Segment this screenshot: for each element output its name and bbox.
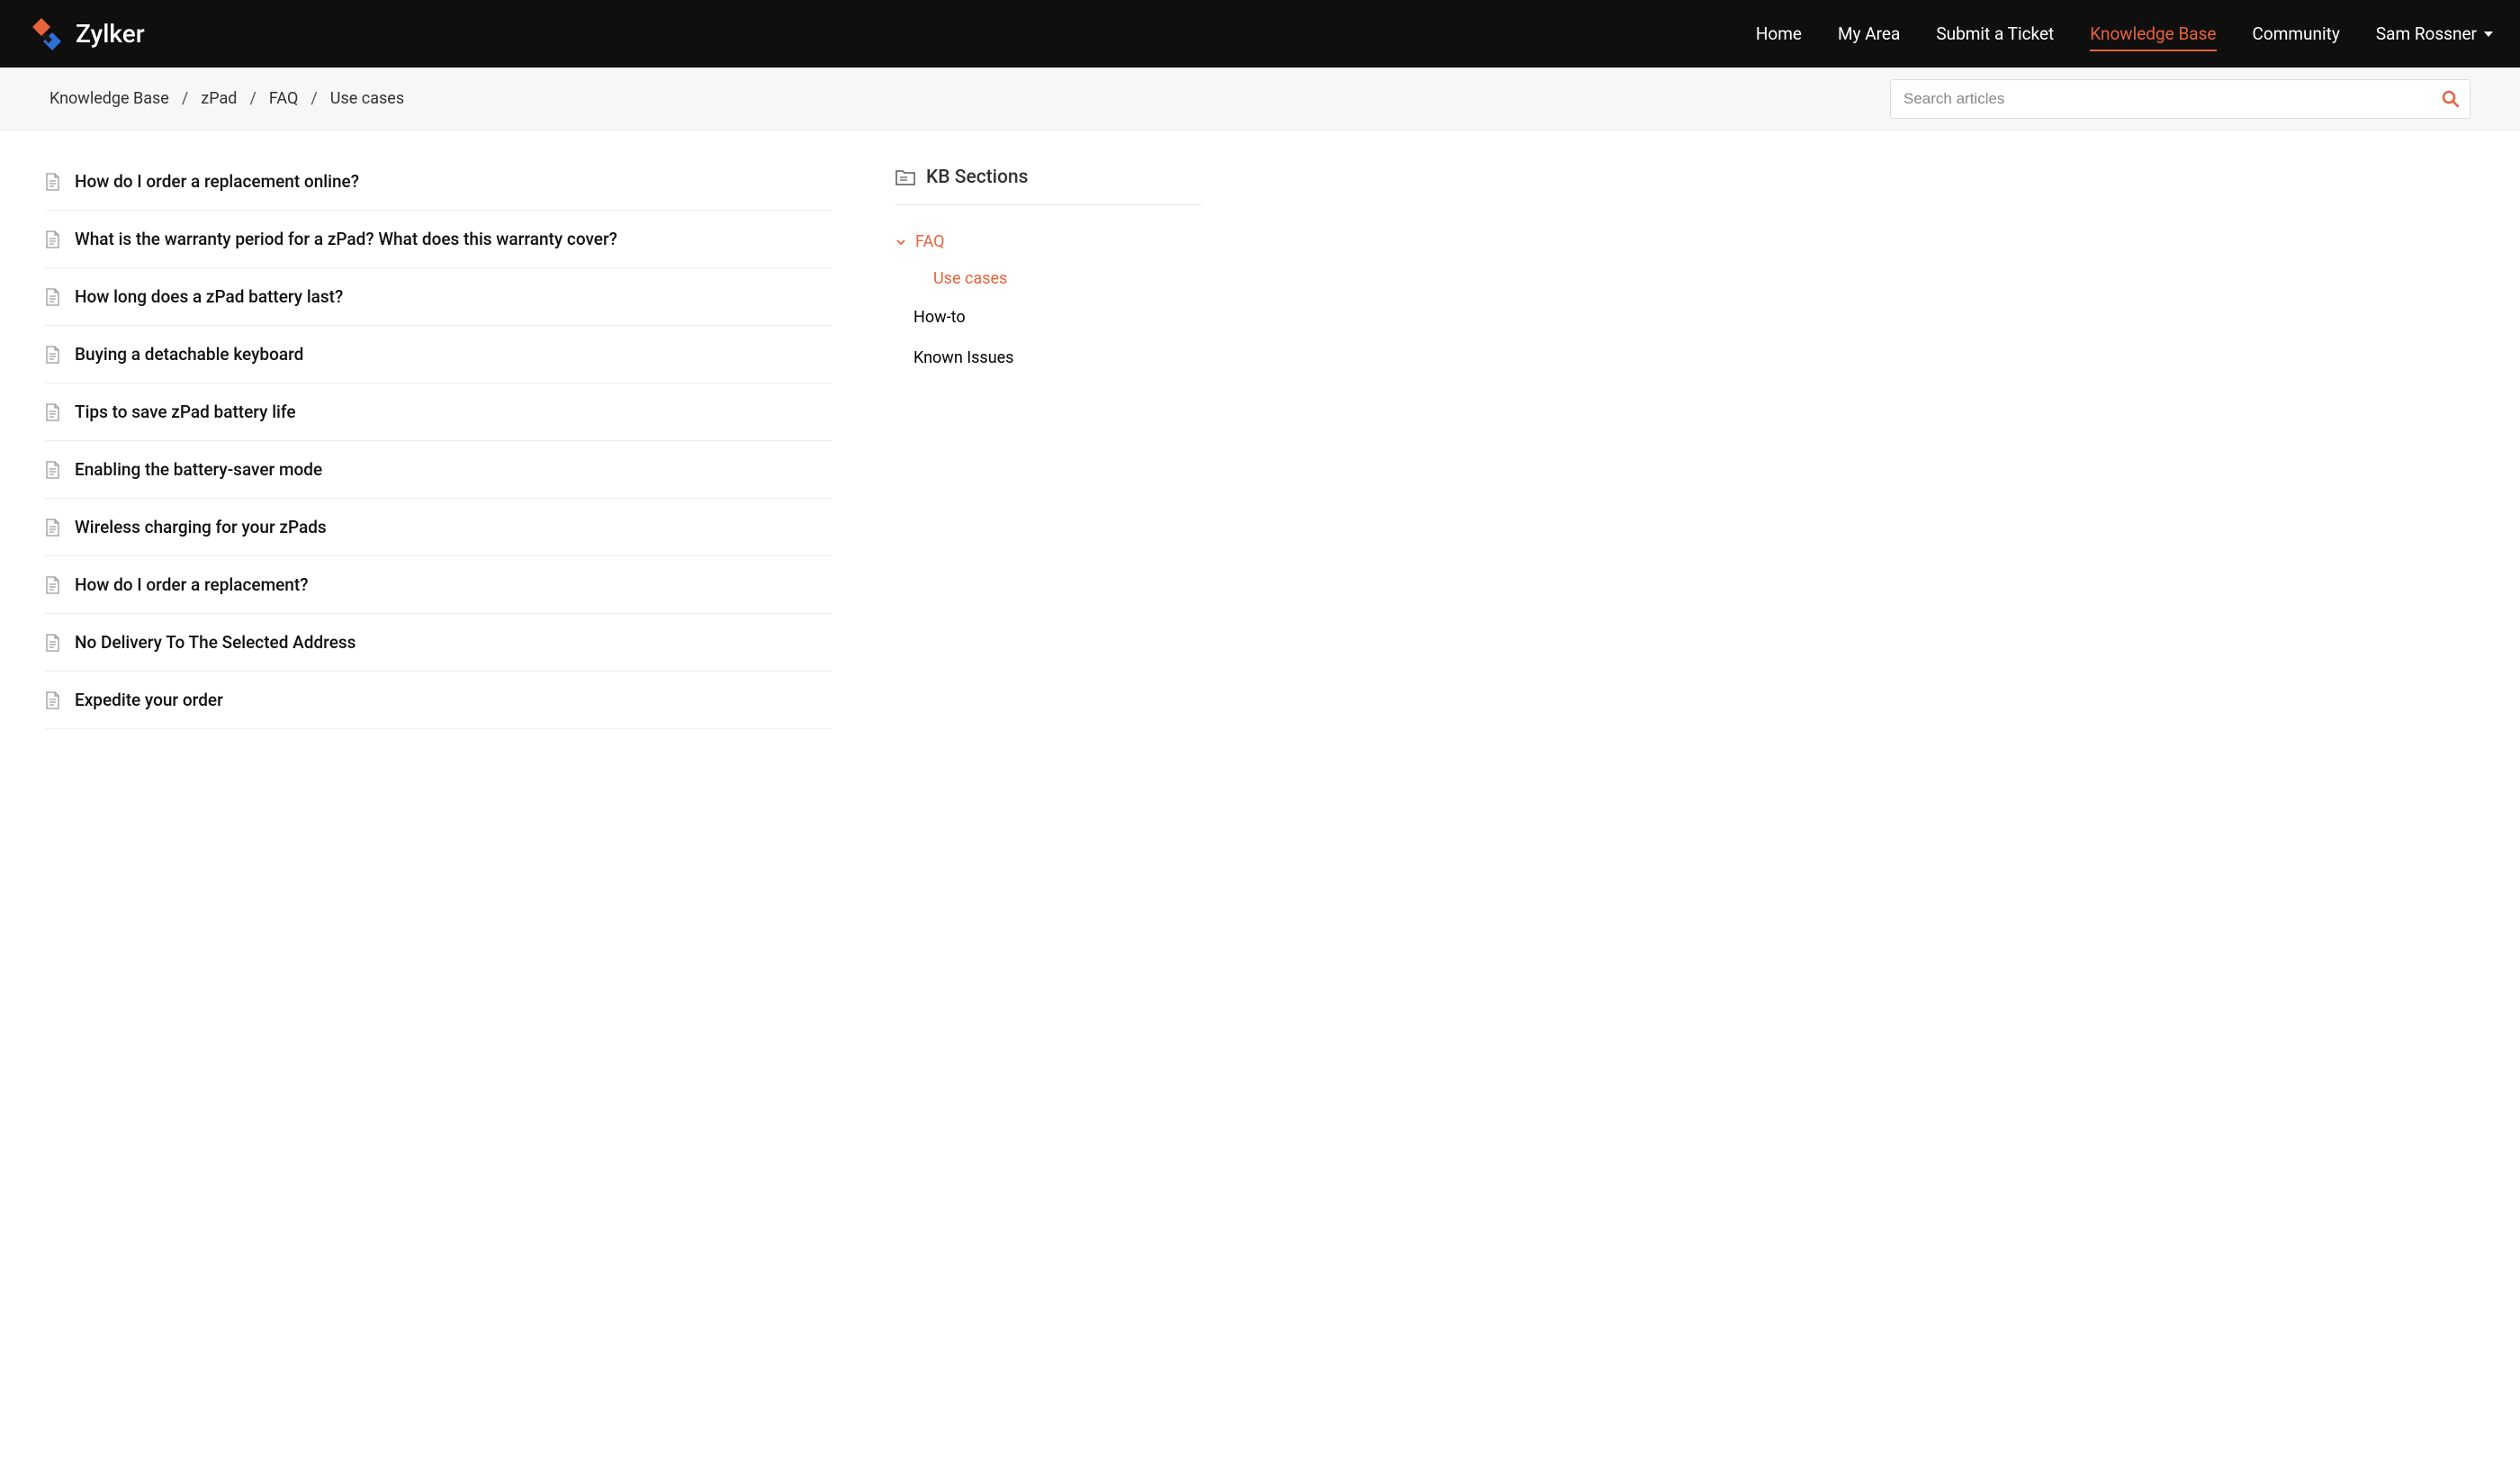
document-icon	[45, 461, 60, 479]
article-item[interactable]: No Delivery To The Selected Address	[45, 614, 832, 672]
nav-community[interactable]: Community	[2253, 0, 2340, 68]
search-input[interactable]	[1890, 79, 2470, 119]
document-icon	[45, 403, 60, 421]
sidebar-tree: FAQ Use cases How-to Known Issues	[896, 205, 1202, 378]
article-item[interactable]: Enabling the battery-saver mode	[45, 441, 832, 499]
article-title: Tips to save zPad battery life	[75, 402, 296, 422]
article-title: Wireless charging for your zPads	[75, 517, 327, 537]
breadcrumb: Knowledge Base / zPad / FAQ / Use cases	[50, 89, 404, 108]
nav-my-area[interactable]: My Area	[1838, 0, 1900, 68]
article-item[interactable]: Expedite your order	[45, 672, 832, 729]
article-title: Enabling the battery-saver mode	[75, 459, 322, 480]
article-item[interactable]: Wireless charging for your zPads	[45, 499, 832, 556]
nav-knowledge-base[interactable]: Knowledge Base	[2090, 0, 2216, 68]
article-title: How do I order a replacement?	[75, 574, 308, 595]
main-content: How do I order a replacement online? Wha…	[0, 131, 2520, 747]
article-title: Expedite your order	[75, 690, 223, 710]
article-title: How do I order a replacement online?	[75, 171, 359, 192]
article-title: No Delivery To The Selected Address	[75, 632, 356, 653]
article-item[interactable]: Tips to save zPad battery life	[45, 384, 832, 441]
tree-node[interactable]: Known Issues	[896, 338, 1202, 378]
article-item[interactable]: How do I order a replacement?	[45, 556, 832, 614]
logo-icon	[27, 14, 67, 54]
tree-node[interactable]: Use cases	[896, 260, 1202, 297]
article-item[interactable]: How do I order a replacement online?	[45, 167, 832, 211]
breadcrumb-separator: /	[310, 89, 317, 108]
sub-header: Knowledge Base / zPad / FAQ / Use cases	[0, 68, 2520, 131]
search-container	[1890, 79, 2470, 119]
main-nav: Home My Area Submit a Ticket Knowledge B…	[1756, 0, 2493, 68]
logo-text: Zylker	[76, 19, 145, 49]
chevron-down-icon	[896, 237, 906, 248]
document-icon	[45, 173, 60, 191]
tree-node-label: Use cases	[933, 269, 1007, 288]
breadcrumb-separator: /	[182, 89, 188, 108]
article-list: How do I order a replacement online? Wha…	[45, 167, 832, 729]
document-icon	[45, 691, 60, 709]
top-header: Zylker Home My Area Submit a Ticket Know…	[0, 0, 2520, 68]
nav-home[interactable]: Home	[1756, 0, 1802, 68]
document-icon	[45, 230, 60, 248]
document-icon	[45, 576, 60, 594]
article-title: How long does a zPad battery last?	[75, 286, 343, 307]
breadcrumb-item[interactable]: Knowledge Base	[50, 89, 169, 108]
folder-icon	[896, 168, 915, 186]
article-title: What is the warranty period for a zPad? …	[75, 229, 617, 249]
tree-node-label: FAQ	[915, 232, 944, 251]
user-menu[interactable]: Sam Rossner	[2376, 23, 2493, 44]
tree-node-label: Known Issues	[914, 348, 1013, 367]
article-item[interactable]: How long does a zPad battery last?	[45, 268, 832, 326]
user-name: Sam Rossner	[2376, 23, 2477, 44]
article-item[interactable]: What is the warranty period for a zPad? …	[45, 211, 832, 268]
breadcrumb-item[interactable]: FAQ	[269, 89, 298, 108]
nav-submit-ticket[interactable]: Submit a Ticket	[1936, 0, 2054, 68]
search-icon[interactable]	[2442, 90, 2460, 108]
breadcrumb-item[interactable]: Use cases	[330, 89, 404, 108]
document-icon	[45, 634, 60, 652]
breadcrumb-item[interactable]: zPad	[201, 89, 237, 108]
document-icon	[45, 346, 60, 364]
article-item[interactable]: Buying a detachable keyboard	[45, 326, 832, 384]
kb-sidebar: KB Sections FAQ Use cases How-to Known Issu…	[896, 167, 1202, 729]
document-icon	[45, 519, 60, 537]
sidebar-title: KB Sections	[926, 167, 1028, 188]
document-icon	[45, 288, 60, 306]
tree-node-label: How-to	[914, 308, 966, 327]
sidebar-header: KB Sections	[896, 167, 1202, 205]
tree-node[interactable]: How-to	[896, 297, 1202, 338]
logo[interactable]: Zylker	[27, 14, 145, 54]
tree-node[interactable]: FAQ	[896, 223, 1202, 260]
chevron-down-icon	[2484, 32, 2493, 37]
breadcrumb-separator: /	[249, 89, 256, 108]
article-title: Buying a detachable keyboard	[75, 344, 303, 365]
